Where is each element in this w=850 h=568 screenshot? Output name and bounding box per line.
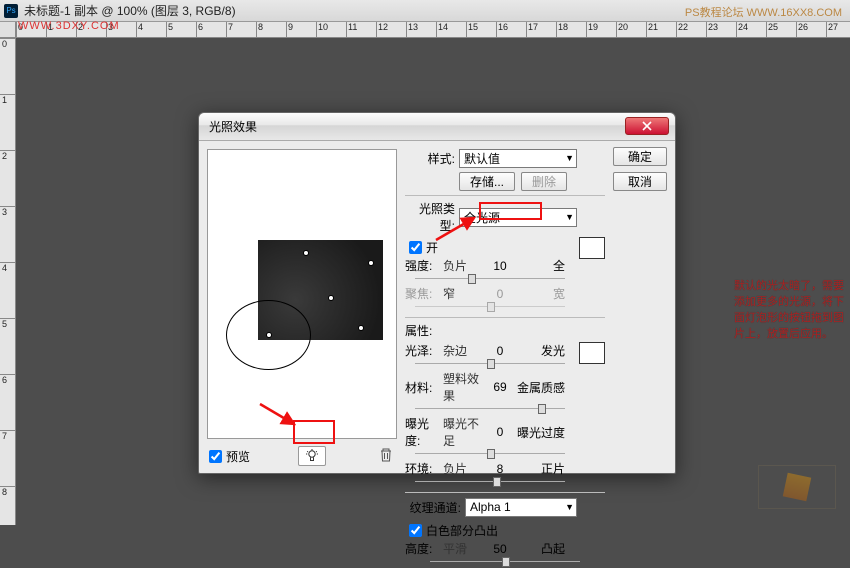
ps-icon: Ps (4, 4, 18, 18)
exposure-left: 曝光不足 (443, 415, 487, 449)
light-on-label: 开 (426, 239, 438, 256)
style-select[interactable]: 默认值 ▼ (459, 149, 577, 168)
ok-button[interactable]: 确定 (613, 147, 667, 166)
intensity-value: 10 (487, 259, 513, 273)
material-slider[interactable] (415, 404, 565, 414)
light-type-value: 全光源 (464, 209, 500, 226)
annotation-text: 默认的光太暗了，需要添加更多的光源，将下面灯泡形的按钮拖到图片上，放置后应用。 (734, 278, 844, 342)
material-label: 材料: (405, 379, 443, 396)
watermark-left: WWW.3DXY.COM (18, 20, 120, 32)
dialog-close-button[interactable] (625, 117, 669, 135)
gloss-label: 光泽: (405, 342, 443, 359)
ruler-horizontal[interactable]: 0123456789101112131415161718192021222324… (16, 22, 850, 38)
ambience-left: 负片 (443, 460, 487, 477)
focus-slider (415, 302, 565, 312)
light-center-handle[interactable] (266, 332, 272, 338)
gloss-right: 发光 (513, 342, 565, 359)
add-light-button[interactable] (298, 446, 326, 466)
gloss-left: 杂边 (443, 342, 487, 359)
height-right: 凸起 (513, 540, 565, 557)
ambience-value: 8 (487, 462, 513, 476)
ambience-color-swatch[interactable] (579, 342, 605, 364)
material-left: 塑料效果 (443, 370, 487, 404)
chevron-down-icon: ▼ (565, 502, 574, 512)
height-label: 高度: (405, 540, 443, 557)
properties-label: 属性: (405, 322, 605, 339)
chevron-down-icon: ▼ (565, 153, 574, 163)
delete-light-button[interactable] (379, 447, 393, 466)
style-value: 默认值 (464, 150, 500, 167)
document-title: 未标题-1 副本 @ 100% (图层 3, RGB/8) (24, 2, 236, 19)
light-on-checkbox[interactable] (409, 241, 422, 254)
ambience-slider[interactable] (415, 477, 565, 487)
ambience-label: 环境: (405, 460, 443, 477)
style-delete-button[interactable]: 删除 (521, 172, 567, 191)
lighting-effects-dialog: 光照效果 预览 (198, 112, 676, 474)
preview-label: 预览 (226, 448, 250, 465)
chevron-down-icon: ▼ (565, 212, 574, 222)
intensity-left: 负片 (443, 257, 487, 274)
light-type-label: 光照类型: (405, 200, 459, 234)
preview-pane[interactable] (207, 149, 397, 439)
cancel-button[interactable]: 取消 (613, 172, 667, 191)
style-save-button[interactable]: 存储... (459, 172, 515, 191)
ambience-right: 正片 (513, 460, 565, 477)
texture-value: Alpha 1 (470, 500, 511, 514)
gloss-slider[interactable] (415, 359, 565, 369)
texture-label: 纹理通道: (405, 499, 465, 516)
trash-icon (379, 447, 393, 463)
focus-right: 宽 (513, 285, 565, 302)
intensity-right: 全 (513, 257, 565, 274)
style-label: 样式: (405, 150, 459, 167)
ruler-corner (0, 22, 16, 38)
lightbulb-icon (305, 449, 319, 463)
dialog-title: 光照效果 (209, 118, 257, 135)
height-left: 平滑 (443, 540, 487, 557)
exposure-slider[interactable] (415, 449, 565, 459)
focus-left: 窄 (443, 285, 487, 302)
close-icon (642, 121, 652, 131)
preview-checkbox[interactable] (209, 450, 222, 463)
gloss-value: 0 (487, 344, 513, 358)
exposure-value: 0 (487, 425, 513, 439)
focus-label: 聚焦: (405, 285, 443, 302)
texture-select[interactable]: Alpha 1 ▼ (465, 498, 577, 517)
brand-logo (758, 465, 836, 509)
exposure-label: 曝光度: (405, 415, 443, 449)
material-right: 金属质感 (513, 379, 565, 396)
light-color-swatch[interactable] (579, 237, 605, 259)
white-high-checkbox[interactable] (409, 524, 422, 537)
focus-value: 0 (487, 287, 513, 301)
light-type-select[interactable]: 全光源 ▼ (459, 208, 577, 227)
exposure-right: 曝光过度 (513, 424, 565, 441)
dialog-titlebar[interactable]: 光照效果 (199, 113, 675, 141)
intensity-label: 强度: (405, 257, 443, 274)
intensity-slider[interactable] (415, 274, 565, 284)
height-value: 50 (487, 542, 513, 556)
white-high-label: 白色部分凸出 (426, 522, 498, 539)
watermark-right: PS教程论坛 WWW.16XX8.COM (685, 4, 842, 20)
material-value: 69 (487, 380, 513, 394)
ruler-vertical[interactable]: 012345678 (0, 38, 16, 525)
height-slider[interactable] (430, 557, 580, 567)
